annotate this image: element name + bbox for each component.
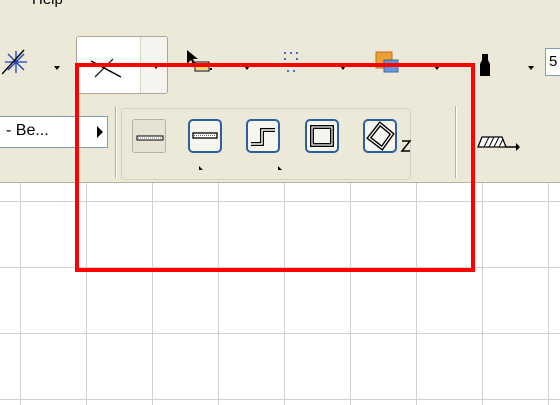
geometry-method-group bbox=[121, 108, 412, 180]
geometry-rectangle-button[interactable] bbox=[305, 119, 339, 153]
drawing-canvas[interactable] bbox=[0, 183, 560, 405]
rotated-rectangle-icon bbox=[366, 121, 395, 151]
single-line-icon bbox=[136, 135, 164, 141]
geometry-polyline-button[interactable] bbox=[246, 119, 280, 153]
hatch-arrow-icon[interactable] bbox=[476, 132, 520, 156]
combo-arrow-icon bbox=[97, 126, 103, 138]
angle-marker-icon bbox=[400, 140, 412, 152]
pointer-dropdown-arrow[interactable] bbox=[244, 66, 250, 70]
geometry-single-arrow[interactable] bbox=[199, 166, 203, 170]
line-tool-icon bbox=[90, 58, 122, 78]
geometry-rotated-rectangle-button[interactable] bbox=[363, 119, 397, 153]
menu-help[interactable]: Help bbox=[32, 0, 63, 8]
toolbar-top: 5 bbox=[0, 26, 560, 98]
pen-set-combo-value: - Be... bbox=[6, 122, 49, 139]
toolbar-bottom: - Be... bbox=[0, 98, 560, 183]
snap-dropdown-arrow[interactable] bbox=[54, 66, 60, 70]
scale-field[interactable]: 5 bbox=[545, 48, 560, 76]
geometry-polyline-arrow[interactable] bbox=[278, 166, 282, 170]
toolbar-separator-2 bbox=[455, 106, 456, 178]
layer-color-icon[interactable] bbox=[372, 48, 402, 76]
pen-set-combo[interactable]: - Be... bbox=[0, 116, 108, 148]
straight-line-icon bbox=[192, 132, 218, 139]
pen-dropdown-arrow[interactable] bbox=[528, 66, 534, 70]
scale-field-value: 5 bbox=[549, 53, 558, 70]
pen-icon[interactable] bbox=[476, 54, 494, 78]
dotted-grid-icon[interactable] bbox=[280, 48, 306, 76]
line-tool-dropdown-arrow[interactable] bbox=[153, 65, 159, 69]
snap-burst-icon[interactable] bbox=[2, 48, 30, 76]
toolbar-separator bbox=[115, 106, 116, 178]
rectangle-icon bbox=[310, 125, 334, 147]
geometry-straight-line-button[interactable] bbox=[188, 119, 222, 153]
menu-bar: Help bbox=[0, 0, 560, 26]
grid-dropdown-arrow[interactable] bbox=[340, 66, 346, 70]
arrow-pointer-icon[interactable] bbox=[184, 48, 216, 78]
line-tool-button[interactable] bbox=[76, 36, 168, 94]
color-dropdown-arrow[interactable] bbox=[434, 66, 440, 70]
geometry-single-line-button[interactable] bbox=[132, 119, 166, 153]
polyline-step-icon bbox=[251, 128, 275, 146]
line-tool-face bbox=[77, 37, 141, 93]
